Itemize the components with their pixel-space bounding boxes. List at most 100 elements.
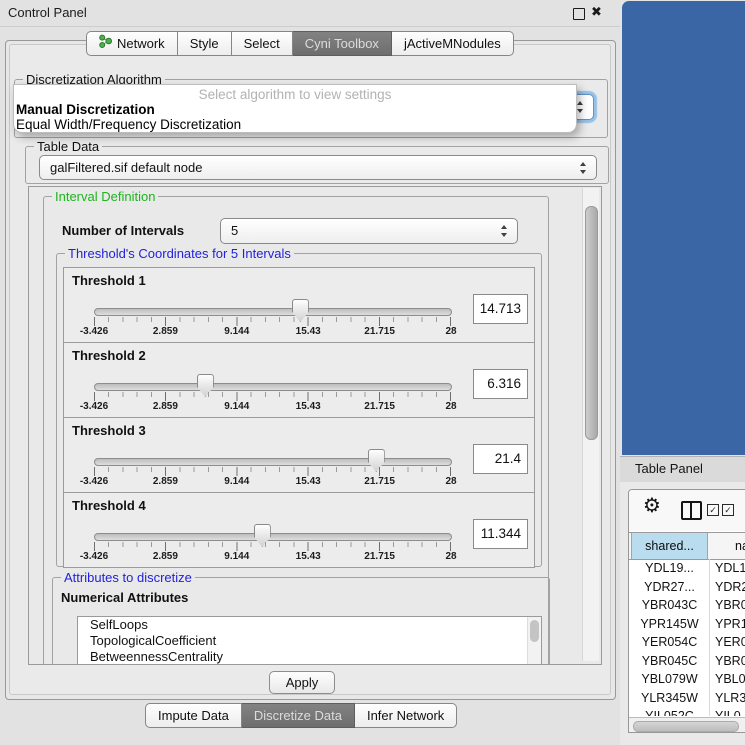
- slider-scale: -3.426 2.859 9.144 15.43 21.715 28: [94, 551, 451, 563]
- table-window: ⚙ ✓ ✓ shared... na YDL19...YDL1 YDR27...…: [628, 489, 745, 733]
- column-header-name[interactable]: na: [709, 533, 745, 559]
- close-icon[interactable]: ✖: [591, 4, 602, 20]
- tab-label: Discretize Data: [254, 704, 342, 727]
- threshold-value-field[interactable]: 14.713: [473, 294, 528, 324]
- threshold-value-field[interactable]: 21.4: [473, 444, 528, 474]
- tick-label: 15.43: [278, 476, 338, 487]
- tab-impute-data[interactable]: Impute Data: [145, 703, 242, 728]
- list-item[interactable]: TopologicalCoefficient: [78, 633, 541, 649]
- cell: YDR27...: [631, 578, 708, 597]
- threshold-value-field[interactable]: 11.344: [473, 519, 528, 549]
- tab-discretize-data[interactable]: Discretize Data: [242, 703, 355, 728]
- algorithm-dropdown-popup: Select algorithm to view settings Manual…: [13, 84, 577, 133]
- slider-track[interactable]: [94, 308, 452, 316]
- column-divider: [709, 559, 710, 716]
- threshold-2-panel: Threshold 2 -3.426 2.859 9.144 15.43: [63, 342, 535, 418]
- table-horizontal-scrollbar[interactable]: [629, 717, 745, 732]
- table-row[interactable]: YBL079WYBL0: [629, 670, 745, 689]
- numerical-attributes-list[interactable]: SelfLoops TopologicalCoefficient Between…: [77, 616, 542, 665]
- number-of-intervals-label: Number of Intervals: [62, 223, 184, 238]
- scrollbar-thumb[interactable]: [633, 721, 739, 732]
- threshold-label: Threshold 3: [72, 423, 146, 438]
- list-item[interactable]: SelfLoops: [78, 617, 541, 633]
- control-panel-titlebar: Control Panel ✖: [0, 0, 620, 27]
- column-header-shared-name[interactable]: shared...: [631, 533, 708, 559]
- table-row[interactable]: YBR043CYBR0: [629, 596, 745, 615]
- number-of-intervals-value: 5: [231, 219, 238, 243]
- tick-label: 9.144: [207, 326, 267, 337]
- tick-label: -3.426: [64, 551, 124, 562]
- tick-label: 9.144: [207, 401, 267, 412]
- tick-label: 28: [421, 326, 481, 337]
- desktop: Control Panel ✖ Network Style: [0, 0, 745, 745]
- interval-definition-groupbox: Interval Definition Number of Intervals …: [43, 196, 549, 665]
- tick-label: 28: [421, 551, 481, 562]
- cell: YER0: [715, 633, 745, 652]
- combo-stepper-icon[interactable]: [500, 224, 509, 238]
- threshold-label: Threshold 4: [72, 498, 146, 513]
- threshold-1-panel: Threshold 1 -3.426 2.859 9.144 15.43: [63, 267, 535, 343]
- checkbox-icon[interactable]: ✓: [722, 504, 734, 516]
- tab-select[interactable]: Select: [232, 31, 293, 56]
- float-window-icon[interactable]: [573, 8, 585, 20]
- threshold-value-field[interactable]: 6.316: [473, 369, 528, 399]
- list-item[interactable]: BetweennessCentrality: [78, 649, 541, 665]
- tab-cyni-toolbox[interactable]: Cyni Toolbox: [293, 31, 392, 56]
- table-toolbar: ⚙ ✓ ✓: [629, 490, 745, 531]
- threshold-panels: Threshold 1 -3.426 2.859 9.144 15.43: [63, 267, 535, 568]
- table-header-row: shared... na: [629, 532, 745, 560]
- scrollbar-thumb[interactable]: [585, 206, 598, 440]
- tick-label: 28: [421, 401, 481, 412]
- tick-label: -3.426: [64, 401, 124, 412]
- combo-stepper-icon[interactable]: [579, 161, 588, 175]
- threshold-3-panel: Threshold 3 -3.426 2.859 9.144 15.43: [63, 417, 535, 493]
- table-panel-title: Table Panel: [635, 461, 703, 476]
- table-row[interactable]: YDR27...YDR2: [629, 578, 745, 597]
- table-row[interactable]: YBR045CYBR0: [629, 652, 745, 671]
- apply-button[interactable]: Apply: [269, 671, 335, 694]
- cell: YBR043C: [631, 596, 708, 615]
- tab-style[interactable]: Style: [178, 31, 232, 56]
- tick-label: -3.426: [64, 476, 124, 487]
- dropdown-option-manual-discretization[interactable]: Manual Discretization: [16, 102, 155, 117]
- tab-label: jActiveMNodules: [404, 32, 501, 55]
- tab-label: Style: [190, 32, 219, 55]
- slider-track[interactable]: [94, 383, 452, 391]
- tick-label: 9.144: [207, 551, 267, 562]
- tab-label: Network: [117, 32, 165, 55]
- cell: YDL19...: [631, 559, 708, 578]
- table-row[interactable]: YDL19...YDL1: [629, 559, 745, 578]
- table-row[interactable]: YER054C YER0: [629, 633, 745, 652]
- number-of-intervals-combobox[interactable]: 5: [220, 218, 518, 244]
- threshold-label: Threshold 1: [72, 273, 146, 288]
- slider-track[interactable]: [94, 458, 452, 466]
- gear-icon[interactable]: ⚙: [643, 496, 661, 516]
- tick-label: 28: [421, 476, 481, 487]
- combo-stepper-icon[interactable]: [576, 100, 585, 114]
- tab-jactivemnodules[interactable]: jActiveMNodules: [392, 31, 514, 56]
- table-panel-area: ⚙ ✓ ✓ shared... na YDL19...YDL1 YDR27...…: [620, 482, 745, 745]
- tab-network[interactable]: Network: [86, 31, 178, 56]
- slider-scale: -3.426 2.859 9.144 15.43 21.715 28: [94, 476, 451, 488]
- tab-label: Impute Data: [158, 704, 229, 727]
- table-row[interactable]: YIL052CYIL0: [629, 707, 745, 716]
- table-data-value: galFiltered.sif default node: [50, 156, 202, 179]
- cell: YBR045C: [631, 652, 708, 671]
- table-data-combobox[interactable]: galFiltered.sif default node: [39, 155, 597, 180]
- cell: YLR345W: [631, 689, 708, 708]
- tab-infer-network[interactable]: Infer Network: [355, 703, 457, 728]
- settings-scrollbar[interactable]: [582, 188, 599, 661]
- checkbox-icon[interactable]: ✓: [707, 504, 719, 516]
- cell: YIL052C: [631, 707, 708, 716]
- tick-label: 15.43: [278, 551, 338, 562]
- dropdown-option-equal-width-frequency[interactable]: Equal Width/Frequency Discretization: [16, 117, 241, 132]
- table-row[interactable]: YLR345WYLR3: [629, 689, 745, 708]
- columns-icon[interactable]: [681, 501, 702, 520]
- cell: YBL079W: [631, 670, 708, 689]
- scrollbar-thumb[interactable]: [530, 620, 539, 642]
- tick-label: 9.144: [207, 476, 267, 487]
- list-scrollbar[interactable]: [527, 617, 541, 665]
- cell: YER054C: [631, 633, 708, 652]
- table-row[interactable]: YPR145WYPR1: [629, 615, 745, 634]
- slider-track[interactable]: [94, 533, 452, 541]
